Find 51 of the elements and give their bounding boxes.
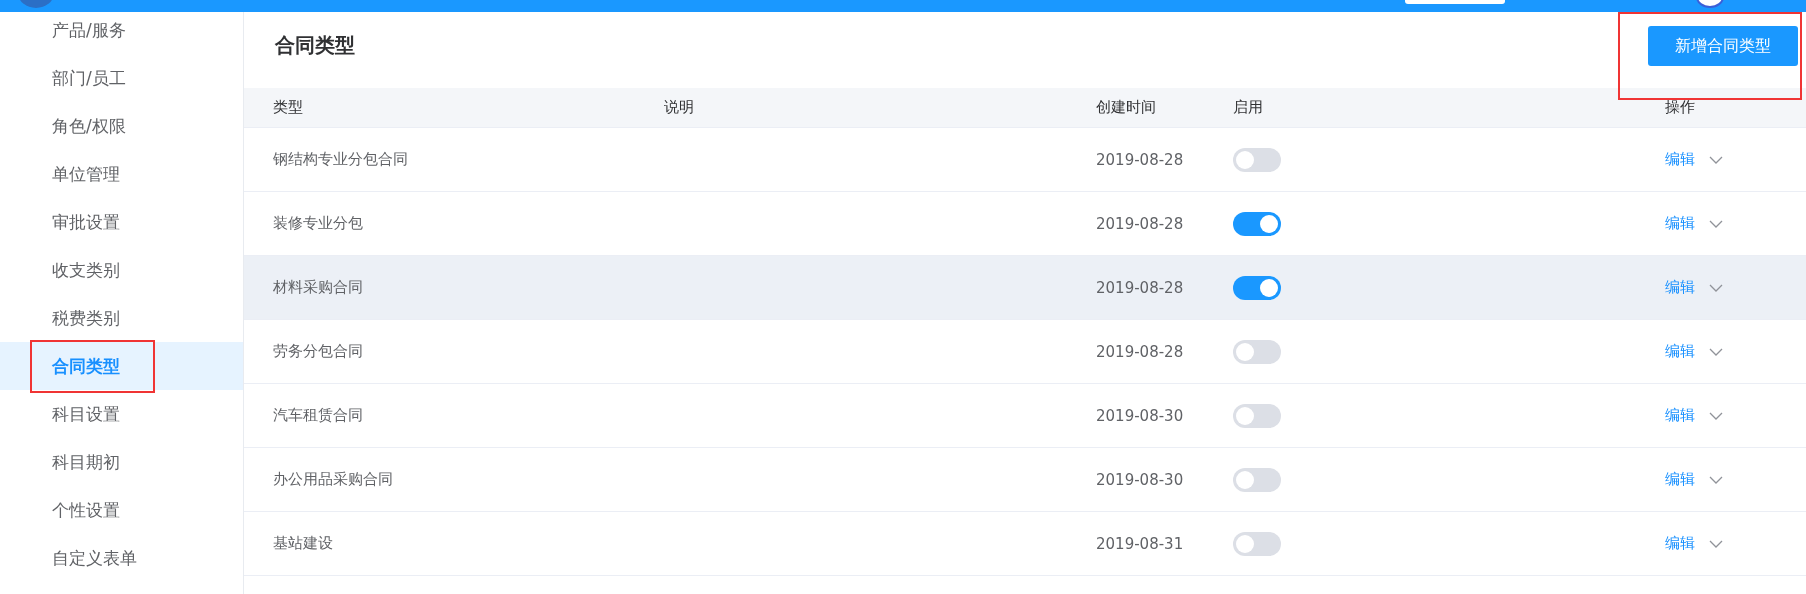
table-cell-text: 材料采购合同 xyxy=(272,278,364,297)
toggle-switch[interactable] xyxy=(1233,275,1281,300)
sidebar-item[interactable]: 税费类别 xyxy=(0,294,243,342)
table-cell-text: 2019-08-30 xyxy=(1096,406,1185,425)
toggle-switch[interactable] xyxy=(1233,211,1281,236)
table-cell-text: 基站建设 xyxy=(272,534,334,553)
table-cell-text: 2019-08-30 xyxy=(1096,470,1185,489)
sidebar-item[interactable]: 个性设置 xyxy=(0,486,243,534)
edit-link[interactable]: 编辑 xyxy=(1665,406,1695,425)
sidebar-item[interactable]: 单位管理 xyxy=(0,150,243,198)
chevron-down-icon[interactable] xyxy=(1709,539,1723,548)
sidebar-item[interactable]: 科目设置 xyxy=(0,390,243,438)
toggle-switch[interactable] xyxy=(1233,339,1281,364)
chevron-down-icon[interactable] xyxy=(1709,475,1723,484)
table-cell-text: 装修专业分包 xyxy=(272,214,364,233)
table-cell-text: 办公用品采购合同 xyxy=(272,470,394,489)
edit-link[interactable]: 编辑 xyxy=(1665,342,1695,361)
chevron-down-icon[interactable] xyxy=(1709,283,1723,292)
edit-link[interactable]: 编辑 xyxy=(1665,534,1695,553)
table-cell-text: 劳务分包合同 xyxy=(272,342,364,361)
toggle-switch[interactable] xyxy=(1233,467,1281,492)
sidebar-item[interactable]: 产品/服务 xyxy=(0,12,243,54)
chevron-down-icon[interactable] xyxy=(1709,411,1723,420)
chevron-down-icon[interactable] xyxy=(1709,347,1723,356)
chevron-down-icon[interactable] xyxy=(1709,155,1723,164)
sidebar-item[interactable]: 收支类别 xyxy=(0,246,243,294)
table-cell-text: 2019-08-28 xyxy=(1096,342,1185,361)
sidebar-item[interactable]: 自定义表单 xyxy=(0,534,243,582)
table-cell-text: 汽车租赁合同 xyxy=(272,406,364,425)
column-header: 类型 xyxy=(272,98,304,117)
edit-link[interactable]: 编辑 xyxy=(1665,470,1695,489)
table-cell-text: 2019-08-28 xyxy=(1096,214,1185,233)
column-header: 操作 xyxy=(1665,98,1695,117)
column-header: 创建时间 xyxy=(1096,98,1157,117)
edit-link[interactable]: 编辑 xyxy=(1665,214,1695,233)
table-cell-text: 钢结构专业分包合同 xyxy=(272,150,409,169)
edit-link[interactable]: 编辑 xyxy=(1665,150,1695,169)
sidebar-item[interactable]: 角色/权限 xyxy=(0,102,243,150)
table-cell-text: 2019-08-31 xyxy=(1096,534,1185,553)
chevron-down-icon[interactable] xyxy=(1709,219,1723,228)
column-header: 启用 xyxy=(1233,98,1264,117)
table-cell-text: 2019-08-28 xyxy=(1096,150,1185,169)
toggle-switch[interactable] xyxy=(1233,531,1281,556)
page-title: 合同类型 xyxy=(275,31,355,59)
table-cell-text: 2019-08-28 xyxy=(1096,278,1185,297)
sidebar-item[interactable]: 审批设置 xyxy=(0,198,243,246)
toggle-switch[interactable] xyxy=(1233,147,1281,172)
sidebar-item[interactable]: 科目期初 xyxy=(0,438,243,486)
sidebar-item[interactable]: 部门/员工 xyxy=(0,54,243,102)
column-header: 说明 xyxy=(664,98,695,117)
toggle-switch[interactable] xyxy=(1233,403,1281,428)
